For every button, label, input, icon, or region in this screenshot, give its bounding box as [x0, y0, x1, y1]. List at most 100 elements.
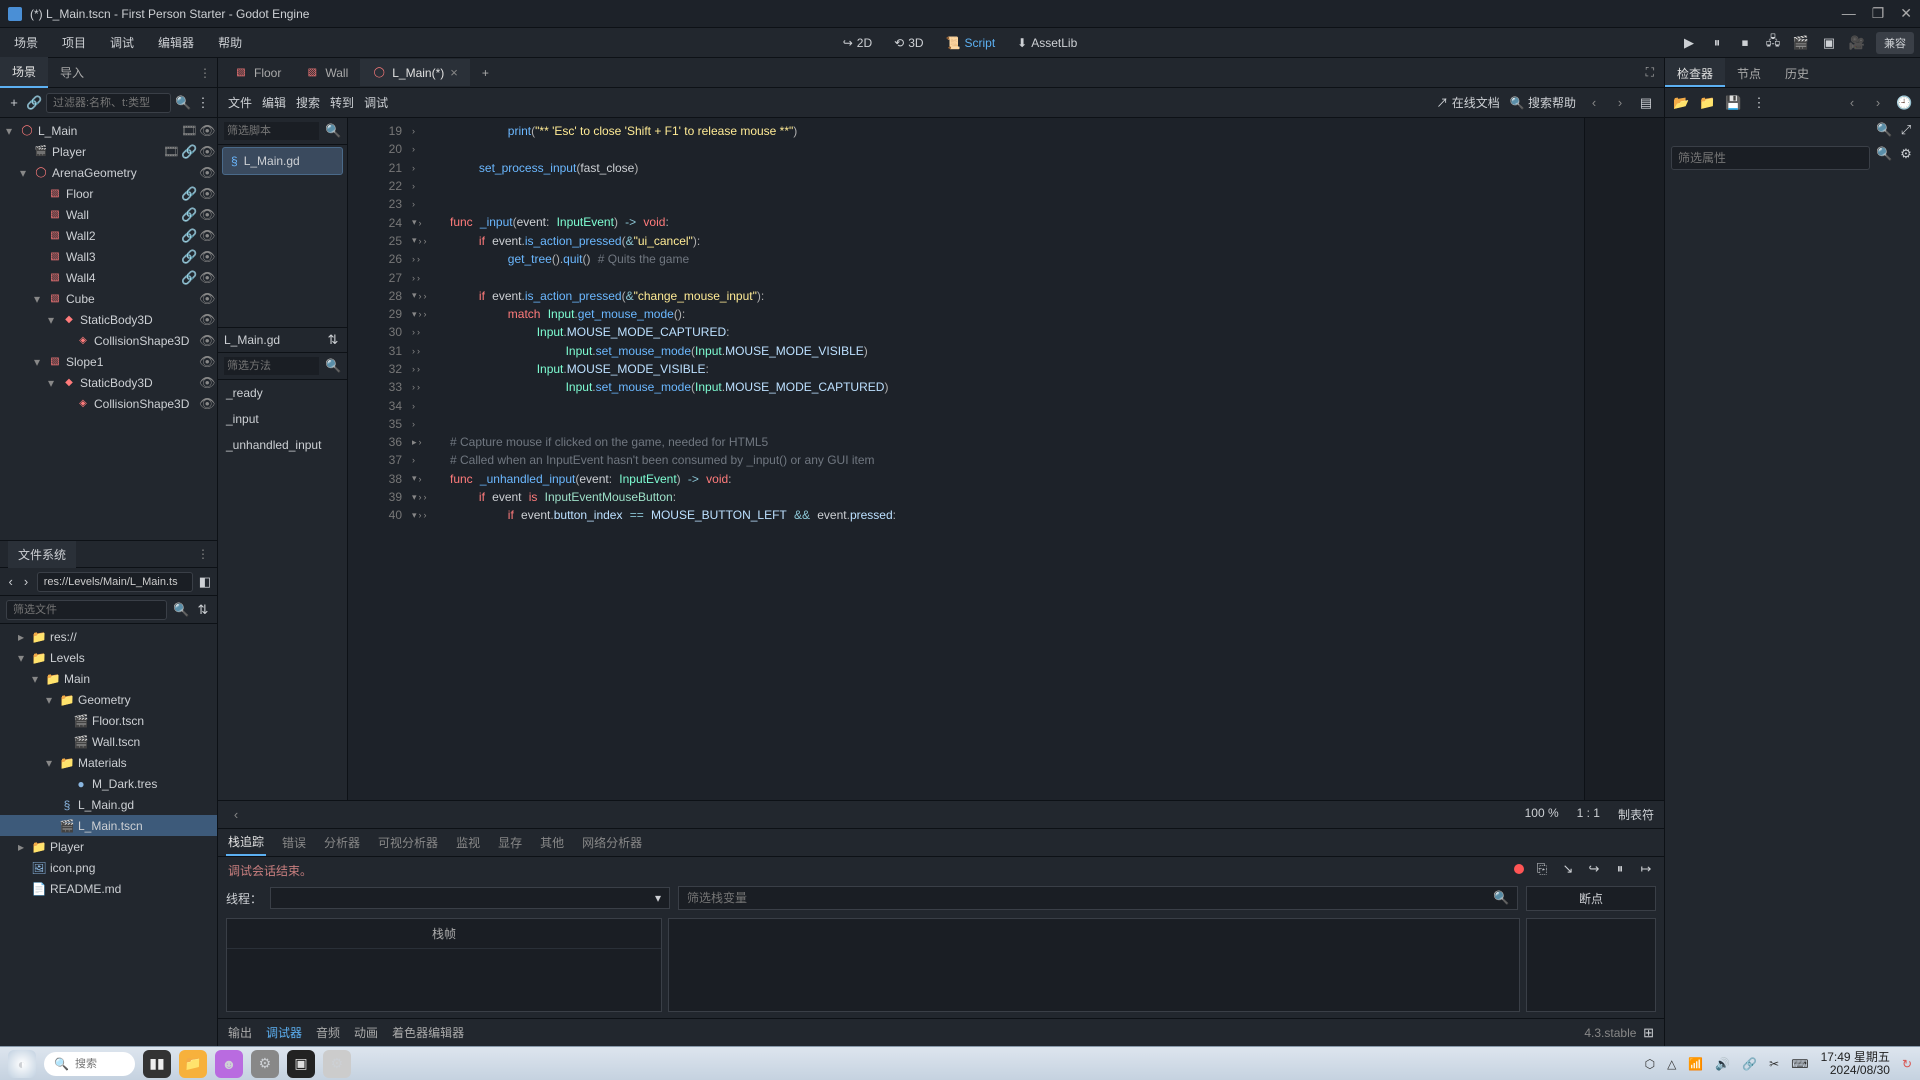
play-custom-icon[interactable]: ▣ — [1820, 35, 1838, 51]
fs-tree-row[interactable]: ▸📁res:// — [0, 626, 217, 647]
inspector-filter-input[interactable] — [1671, 146, 1870, 170]
bottom-tab-shader[interactable]: 着色器编辑器 — [392, 1024, 464, 1041]
sort-icon[interactable]: ⇅ — [325, 332, 341, 348]
nav-back-icon[interactable]: ‹ — [1844, 95, 1860, 110]
fs-tree-row[interactable]: 🖼icon.png — [0, 857, 217, 878]
scene-tree-row[interactable]: ▾◯L_Main🎞👁 — [0, 120, 217, 141]
app-gear-icon[interactable]: ⚙ — [251, 1050, 279, 1078]
search-icon[interactable]: 🔍 — [1876, 146, 1892, 170]
continue-icon[interactable]: ↦ — [1638, 861, 1654, 877]
scene-tree-row[interactable]: ▾▧Slope1👁 — [0, 351, 217, 372]
bottom-tab-audio[interactable]: 音频 — [316, 1024, 340, 1041]
scene-tab[interactable]: ▧Wall — [293, 59, 360, 86]
dbg-tab-visual[interactable]: 可视分析器 — [376, 830, 440, 855]
dock-menu-icon[interactable]: ⋮ — [197, 547, 209, 561]
dock-menu-icon[interactable]: ⋮ — [199, 66, 211, 80]
fs-tree-row[interactable]: ▾📁Geometry — [0, 689, 217, 710]
minimap[interactable] — [1584, 118, 1664, 800]
app-settings-icon[interactable]: ⚙ — [323, 1050, 351, 1078]
bottom-tab-output[interactable]: 输出 — [228, 1024, 252, 1041]
tab-filesystem[interactable]: 文件系统 — [8, 541, 76, 568]
script-menu-debug[interactable]: 调试 — [364, 94, 388, 111]
search-icon[interactable]: 🔍 — [1493, 890, 1509, 906]
zoom-label[interactable]: 100 % — [1525, 806, 1559, 823]
scene-tree-row[interactable]: ▾◆StaticBody3D👁 — [0, 372, 217, 393]
fs-tree-row[interactable]: §L_Main.gd — [0, 794, 217, 815]
record-icon[interactable] — [1514, 864, 1524, 874]
filter-scripts-input[interactable] — [224, 122, 319, 140]
nav-fwd-icon[interactable]: › — [1612, 95, 1628, 110]
menu-help[interactable]: 帮助 — [210, 30, 250, 55]
fs-tree-row[interactable]: 📄README.md — [0, 878, 217, 899]
tray-shield-icon[interactable]: ⬡ — [1645, 1057, 1655, 1071]
scroll-left-icon[interactable]: ‹ — [228, 807, 244, 822]
step-into-icon[interactable]: ↘ — [1560, 861, 1576, 877]
method-item[interactable]: _unhandled_input — [218, 432, 347, 458]
menu-editor[interactable]: 编辑器 — [150, 30, 202, 55]
play-icon[interactable]: ▶ — [1680, 35, 1698, 51]
online-docs-button[interactable]: ↗ 在线文档 — [1436, 94, 1499, 111]
scene-tree-row[interactable]: ▧Wall4🔗👁 — [0, 267, 217, 288]
fs-tree-row[interactable]: ●M_Dark.tres — [0, 773, 217, 794]
tab-inspector[interactable]: 检查器 — [1665, 58, 1725, 87]
search-icon[interactable]: 🔍 — [325, 358, 341, 374]
scene-filter-input[interactable] — [46, 93, 171, 113]
dbg-tab-errors[interactable]: 错误 — [280, 830, 308, 855]
app-terminal-icon[interactable]: ▣ — [287, 1050, 315, 1078]
method-item[interactable]: _ready — [218, 380, 347, 406]
tray-volume-icon[interactable]: 🔊 — [1715, 1057, 1730, 1071]
sort-icon[interactable]: ⇅ — [195, 602, 211, 618]
launcher-icon[interactable]: ◐ — [8, 1050, 36, 1078]
script-list-item[interactable]: §L_Main.gd — [222, 147, 343, 175]
filter-stack-input[interactable] — [687, 891, 1493, 905]
viewport-script-button[interactable]: 📜 Script — [940, 32, 1002, 54]
fs-tree-row[interactable]: 🎬Floor.tscn — [0, 710, 217, 731]
movie-icon[interactable]: 🎥 — [1848, 35, 1866, 51]
tab-node[interactable]: 节点 — [1725, 58, 1773, 87]
step-over-icon[interactable]: ↪ — [1586, 861, 1602, 877]
close-tab-icon[interactable]: × — [450, 65, 458, 80]
os-search[interactable]: 🔍 — [44, 1052, 135, 1076]
renderer-badge[interactable]: 兼容 — [1876, 32, 1914, 54]
play-scene-icon[interactable]: 🎬 — [1792, 35, 1810, 51]
add-node-icon[interactable]: + — [6, 95, 22, 110]
scene-tree-row[interactable]: 🎬Player🎞🔗👁 — [0, 141, 217, 162]
stop-icon[interactable]: ⏹ — [1736, 35, 1754, 51]
load-resource-icon[interactable]: 📁 — [1699, 95, 1715, 111]
fs-tree-row[interactable]: 🎬L_Main.tscn — [0, 815, 217, 836]
dbg-tab-network[interactable]: 网络分析器 — [580, 830, 644, 855]
tab-import[interactable]: 导入 — [48, 58, 96, 87]
search-icon[interactable]: 🔍 — [175, 95, 191, 111]
method-item[interactable]: _input — [218, 406, 347, 432]
filesystem-tree[interactable]: ▸📁res://▾📁Levels▾📁Main▾📁Geometry🎬Floor.t… — [0, 624, 217, 1046]
more-icon[interactable]: ⋮ — [195, 95, 211, 111]
bottom-tab-animation[interactable]: 动画 — [354, 1024, 378, 1041]
app-folder-icon[interactable]: 📁 — [179, 1050, 207, 1078]
dbg-tab-monitor[interactable]: 监视 — [454, 830, 482, 855]
pause-icon[interactable]: ⏸ — [1612, 861, 1628, 877]
more-icon[interactable]: ⋮ — [1751, 95, 1767, 111]
history-icon[interactable]: 🕘 — [1896, 95, 1912, 111]
clock[interactable]: 17:49 星期五 2024/08/30 — [1821, 1051, 1890, 1077]
search-icon[interactable]: 🔍 — [173, 602, 189, 618]
menu-project[interactable]: 项目 — [54, 30, 94, 55]
scene-tree-row[interactable]: ▧Wall3🔗👁 — [0, 246, 217, 267]
filter-methods-input[interactable] — [224, 357, 319, 375]
nav-fwd-icon[interactable]: › — [21, 574, 30, 589]
viewport-2d-button[interactable]: ↪ 2D — [837, 32, 878, 54]
bottom-tab-debugger[interactable]: 调试器 — [266, 1024, 302, 1041]
tab-scene[interactable]: 场景 — [0, 57, 48, 88]
tray-triangle-icon[interactable]: △ — [1667, 1057, 1676, 1071]
thread-dropdown[interactable]: ▾ — [270, 887, 670, 909]
minimize-icon[interactable]: — — [1842, 5, 1856, 22]
search-icon[interactable]: 🔍 — [1876, 122, 1892, 138]
fs-tree-row[interactable]: ▾📁Materials — [0, 752, 217, 773]
indent-label[interactable]: 制表符 — [1618, 806, 1654, 823]
close-icon[interactable]: ✕ — [1900, 5, 1912, 22]
script-menu-search[interactable]: 搜索 — [296, 94, 320, 111]
save-icon[interactable]: 💾 — [1725, 95, 1741, 111]
tray-notification-icon[interactable]: ↻ — [1902, 1057, 1912, 1071]
scene-tree-row[interactable]: ◈CollisionShape3D👁 — [0, 393, 217, 414]
dbg-tab-misc[interactable]: 其他 — [538, 830, 566, 855]
dbg-tab-profiler[interactable]: 分析器 — [322, 830, 362, 855]
